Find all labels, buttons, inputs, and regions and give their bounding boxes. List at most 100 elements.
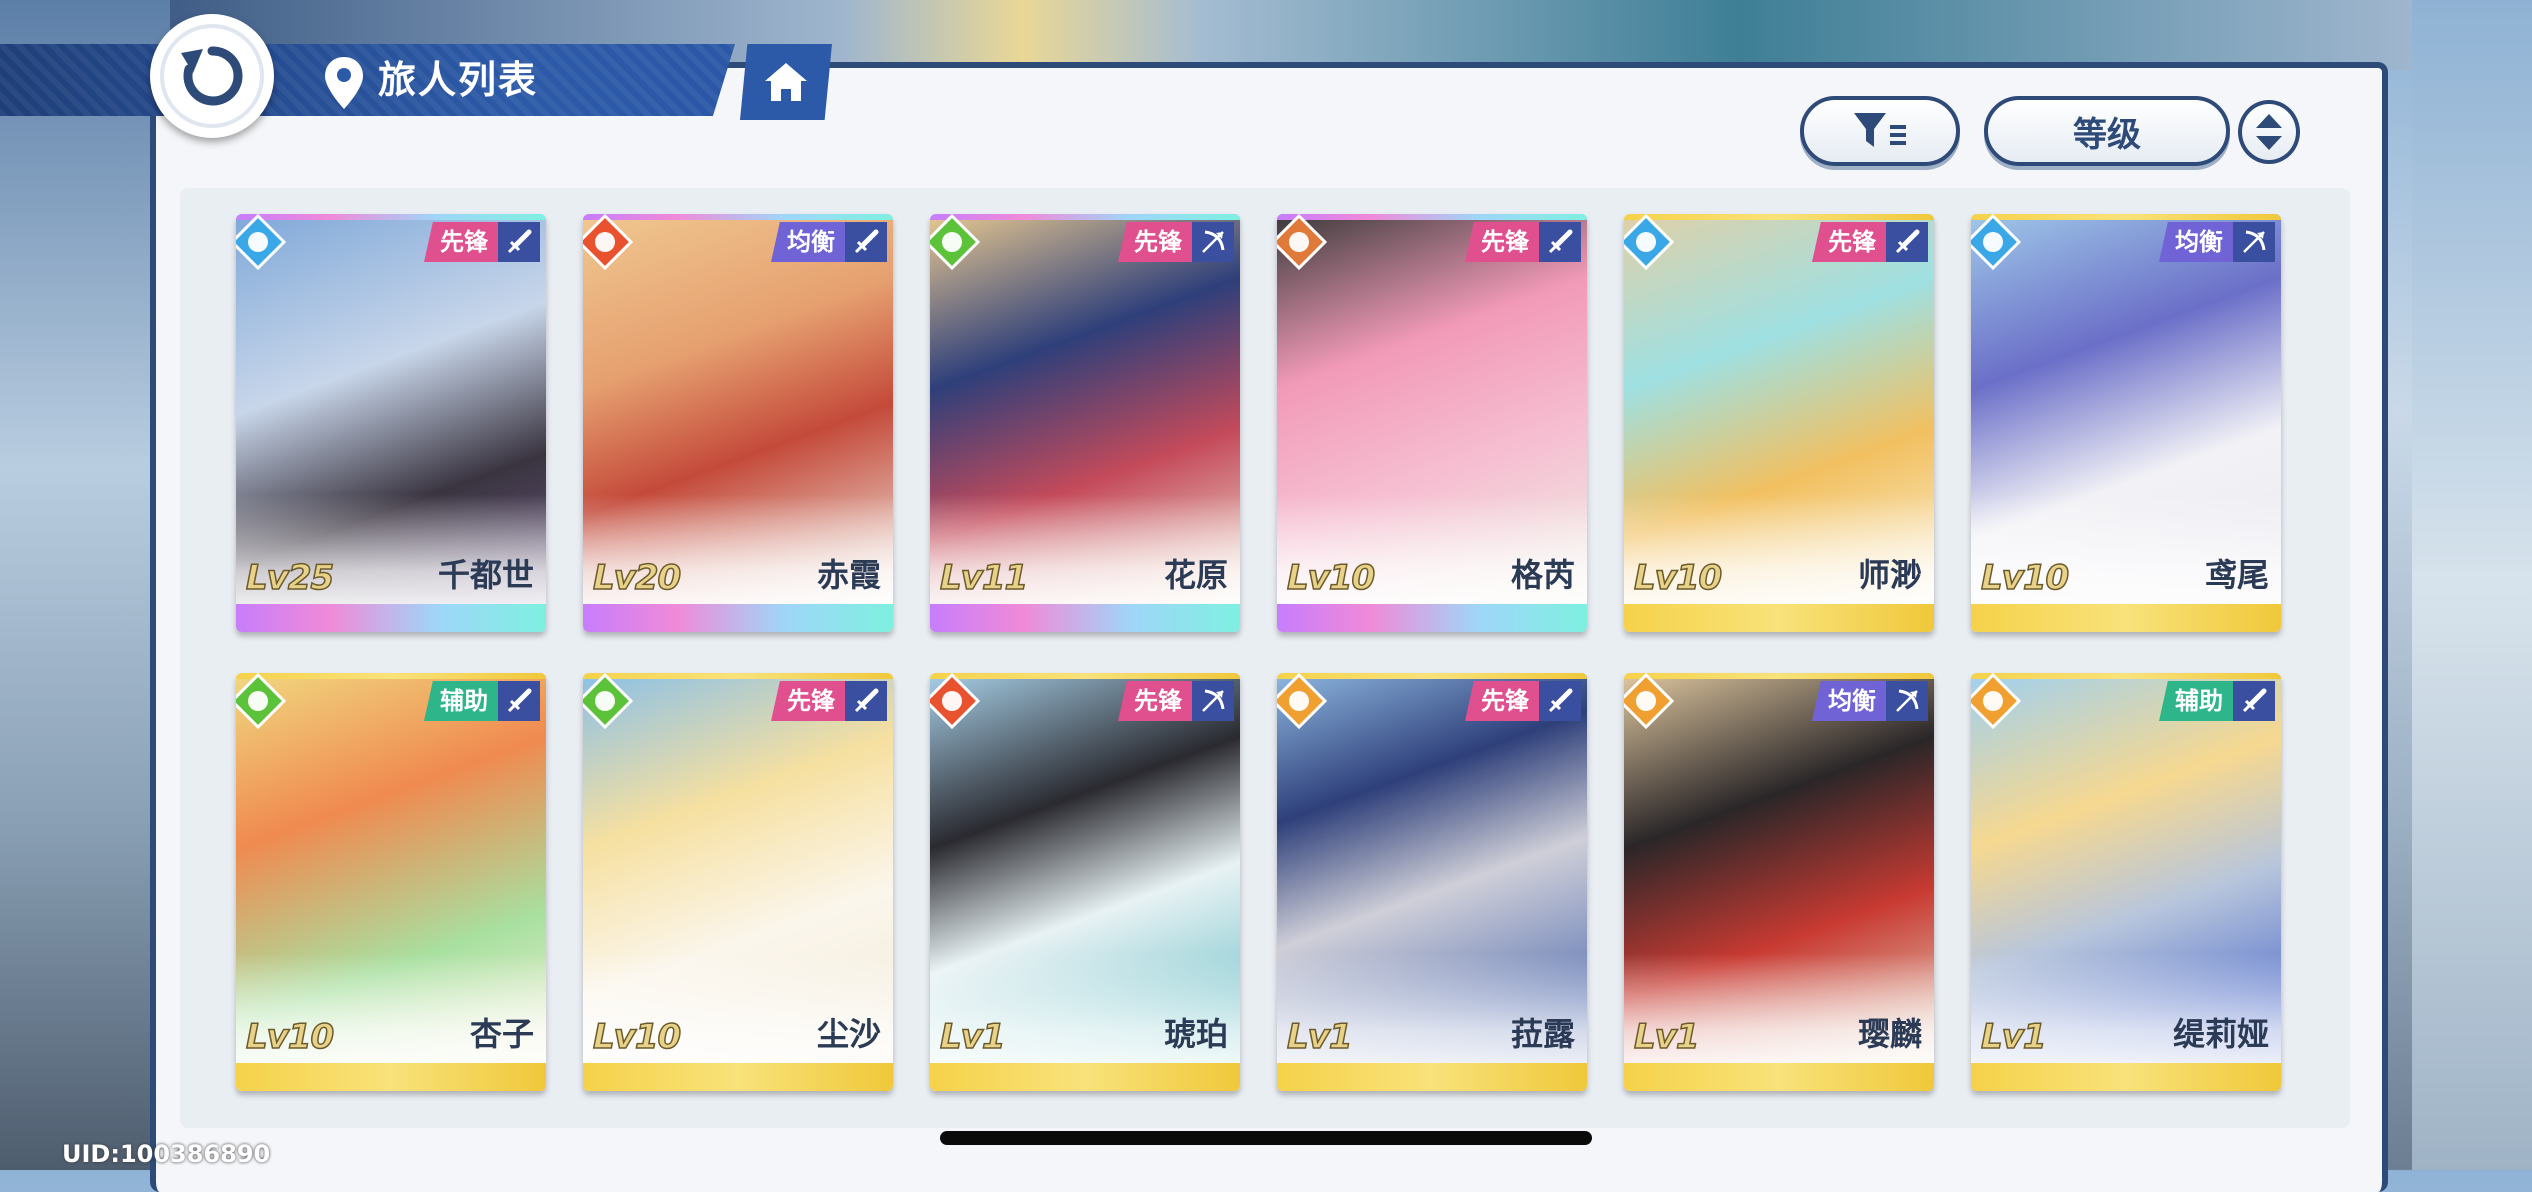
filter-button[interactable] [1800, 96, 1960, 166]
title-bar [0, 44, 735, 116]
level-label: Lv1 [1633, 1016, 1700, 1058]
level-label: Lv10 [1286, 557, 1376, 599]
weapon-badge [1192, 222, 1234, 262]
character-card[interactable]: 先锋 Lv10 格芮 [1277, 214, 1587, 632]
wind-element-icon [583, 673, 633, 729]
card-frame-bar [583, 604, 893, 632]
fire-element-icon [930, 673, 980, 729]
card-frame-bar [930, 604, 1240, 632]
weapon-badge [1539, 222, 1581, 262]
character-card[interactable]: 先锋 Lv1 琥珀 [930, 673, 1240, 1091]
water-element-icon [1971, 214, 2021, 270]
home-icon [765, 63, 807, 101]
page-title: 旅人列表 [378, 58, 539, 102]
card-frame-bar [1971, 1063, 2281, 1091]
level-label: Lv10 [1633, 557, 1723, 599]
sort-label: 等级 [2073, 114, 2141, 155]
level-label: Lv10 [245, 1016, 335, 1058]
level-label: Lv10 [592, 1016, 682, 1058]
uid-label: UID:100386890 [62, 1140, 271, 1168]
character-name: 师渺 [1857, 556, 1922, 594]
card-frame-bar [236, 1063, 546, 1091]
card-frame-bar [1624, 604, 1934, 632]
sort-by-level-button[interactable]: 等级 [1984, 96, 2230, 166]
character-card[interactable]: 先锋 Lv11 花原 [930, 214, 1240, 632]
weapon-badge [498, 222, 540, 262]
role-badge: 先锋 [1465, 681, 1539, 721]
role-badge: 均衡 [771, 222, 845, 262]
bow-icon [1202, 689, 1225, 712]
character-name: 鸢尾 [2204, 556, 2269, 594]
level-label: Lv1 [1980, 1016, 2047, 1058]
level-label: Lv1 [939, 1016, 1006, 1058]
sword-icon [854, 229, 879, 254]
character-name: 琥珀 [1163, 1015, 1228, 1053]
level-label: Lv11 [939, 557, 1029, 599]
light-element-icon [1971, 673, 2021, 729]
card-frame-bar [930, 1063, 1240, 1091]
sort-order-icon [2256, 114, 2282, 150]
home-indicator[interactable] [940, 1131, 1592, 1145]
weapon-badge [2233, 681, 2275, 721]
wind-element-icon [930, 214, 980, 270]
character-card[interactable]: 均衡 Lv1 璎麟 [1624, 673, 1934, 1091]
role-badge: 先锋 [1118, 681, 1192, 721]
role-badge: 辅助 [2159, 681, 2233, 721]
card-frame-bar [236, 604, 546, 632]
home-button[interactable] [740, 44, 832, 120]
character-card[interactable]: 辅助 Lv1 缇莉娅 [1971, 673, 2281, 1091]
back-button[interactable] [150, 14, 274, 138]
character-name: 杏子 [469, 1015, 534, 1053]
card-frame-bar [1277, 604, 1587, 632]
character-name: 尘沙 [816, 1015, 881, 1053]
role-badge: 辅助 [424, 681, 498, 721]
weapon-badge [498, 681, 540, 721]
character-card[interactable]: 先锋 Lv25 千都世 [236, 214, 546, 632]
weapon-badge [1886, 681, 1928, 721]
character-name: 格芮 [1510, 556, 1575, 594]
character-name: 缇莉娅 [2172, 1015, 2269, 1053]
role-badge: 先锋 [1812, 222, 1886, 262]
character-name: 菈露 [1510, 1015, 1575, 1053]
role-badge: 先锋 [771, 681, 845, 721]
character-card[interactable]: 先锋 Lv10 尘沙 [583, 673, 893, 1091]
fire-element-icon [583, 214, 633, 270]
sword-icon [1548, 229, 1573, 254]
sword-icon [507, 688, 532, 713]
character-name: 千都世 [437, 556, 534, 594]
character-name: 赤霞 [816, 556, 881, 594]
card-frame-bar [1971, 604, 2281, 632]
weapon-badge [1886, 222, 1928, 262]
character-name: 璎麟 [1857, 1015, 1922, 1053]
weapon-badge [1192, 681, 1234, 721]
character-card[interactable]: 辅助 Lv10 杏子 [236, 673, 546, 1091]
back-arrow-icon [181, 46, 243, 106]
role-badge: 先锋 [1118, 222, 1192, 262]
background-left [0, 0, 170, 1170]
weapon-badge [845, 222, 887, 262]
character-card[interactable]: 均衡 Lv10 鸢尾 [1971, 214, 2281, 632]
role-badge: 先锋 [1465, 222, 1539, 262]
card-frame-bar [583, 1063, 893, 1091]
light-element-icon [1624, 673, 1674, 729]
role-badge: 先锋 [424, 222, 498, 262]
location-pin-icon [325, 57, 363, 109]
sword-icon [2242, 688, 2267, 713]
character-card[interactable]: 先锋 Lv1 菈露 [1277, 673, 1587, 1091]
light-element-icon [1277, 673, 1327, 729]
earth-element-icon [1277, 214, 1327, 270]
level-label: Lv10 [1980, 557, 2070, 599]
level-label: Lv25 [245, 557, 335, 599]
sword-icon [854, 688, 879, 713]
card-frame-bar [1624, 1063, 1934, 1091]
filter-icon [1854, 113, 1906, 147]
weapon-badge [1539, 681, 1581, 721]
background-right [2412, 0, 2532, 1170]
character-card[interactable]: 均衡 Lv20 赤霞 [583, 214, 893, 632]
sort-order-toggle[interactable] [2238, 100, 2300, 164]
bow-icon [1896, 689, 1919, 712]
character-card[interactable]: 先锋 Lv10 师渺 [1624, 214, 1934, 632]
level-label: Lv20 [592, 557, 682, 599]
character-name: 花原 [1163, 556, 1228, 594]
sword-icon [507, 229, 532, 254]
